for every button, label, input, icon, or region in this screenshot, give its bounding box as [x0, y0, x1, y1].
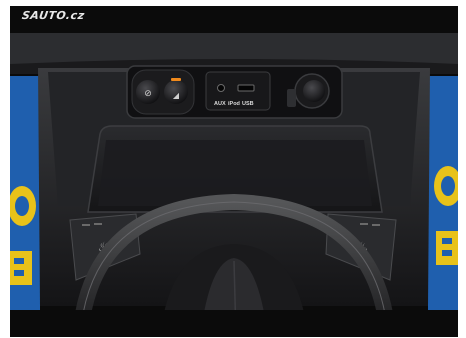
center-console-photo: ⊘ ◢ ♨ ♨	[10, 33, 458, 337]
watermark-logo: SAUTO.cz	[21, 9, 86, 22]
ipod-label: iPod	[228, 101, 240, 107]
esp-off-icon: ⊘	[144, 89, 152, 99]
photo-frame: ⊘ ◢ ♨ ♨ AUX iPod USB SAUTO.cz	[10, 6, 458, 337]
usb-label: USB	[242, 101, 254, 107]
hill-descent-icon: ◢	[173, 91, 180, 100]
power-outlet-icon	[303, 80, 325, 102]
indicator-led	[171, 78, 181, 81]
aux-label: AUX	[214, 101, 226, 107]
usb-port	[237, 84, 255, 92]
aux-port	[217, 84, 225, 92]
